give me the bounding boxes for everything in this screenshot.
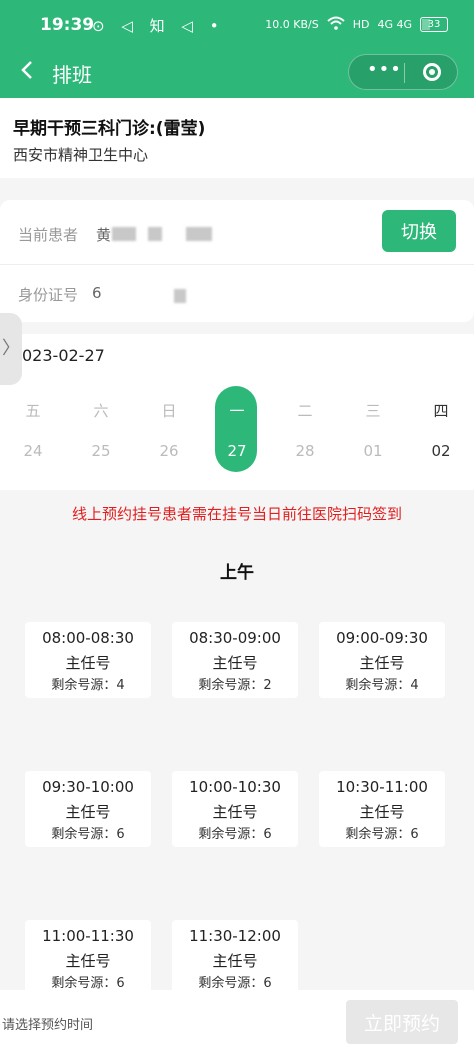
- masked-id: [174, 289, 186, 303]
- slot-type: 主任号: [359, 654, 405, 672]
- patient-name-value: 黄: [96, 226, 112, 244]
- slot-time: 11:00-11:30: [42, 927, 134, 945]
- slot-remaining: 剩余号源：4: [51, 678, 125, 693]
- patient-name-row: 当前患者 黄 切换: [0, 200, 474, 265]
- slot-remaining: 剩余号源：2: [198, 678, 272, 693]
- page-title: 排班: [52, 63, 92, 87]
- notification-icons: ⊙ ◁ 知 ◁ •: [92, 17, 225, 35]
- day-weekday: 六: [93, 402, 109, 420]
- id-number-label: 身份证号: [18, 286, 79, 304]
- day-number: 02: [431, 442, 451, 460]
- slot-time: 08:00-08:30: [42, 629, 134, 647]
- slot-type: 主任号: [212, 654, 258, 672]
- masked-name: [186, 227, 212, 241]
- more-icon[interactable]: •••: [367, 61, 401, 79]
- clinic-name: 早期干预三科门诊:(雷莹): [13, 119, 206, 139]
- day-number: 24: [23, 442, 43, 460]
- hospital-name: 西安市精神卫生中心: [13, 146, 149, 164]
- period-title: 上午: [220, 563, 254, 583]
- mini-program-capsule: •••: [348, 54, 458, 90]
- time-slot-card[interactable]: 11:30-12:00 主任号剩余号源：6: [172, 920, 298, 996]
- status-bar: 19:39 ⊙ ◁ 知 ◁ • 10.0 KB/S HD 4G 4G 33: [0, 0, 474, 48]
- current-date: 023-02-27: [22, 346, 105, 365]
- day-number: 28: [295, 442, 315, 460]
- slot-time: 08:30-09:00: [189, 629, 281, 647]
- day-weekday: 日: [161, 402, 177, 420]
- slot-time: 09:00-09:30: [336, 629, 428, 647]
- status-time: 19:39: [40, 15, 95, 35]
- slot-type: 主任号: [212, 952, 258, 970]
- id-number-value: 6: [92, 284, 102, 302]
- slot-type: 主任号: [212, 803, 258, 821]
- slot-type: 主任号: [65, 952, 111, 970]
- close-target-icon[interactable]: [423, 63, 441, 81]
- clinic-info: 早期干预三科门诊:(雷莹) 西安市精神卫生中心: [0, 98, 474, 178]
- slot-type: 主任号: [65, 654, 111, 672]
- switch-patient-button[interactable]: 切换: [382, 210, 456, 252]
- nav-bar: 排班 •••: [0, 48, 474, 98]
- slot-remaining: 剩余号源：4: [345, 678, 419, 693]
- slot-remaining: 剩余号源：6: [198, 976, 272, 991]
- side-expand-tab[interactable]: 〉: [0, 313, 22, 385]
- selection-hint: 请选择预约时间: [2, 1018, 94, 1033]
- day-weekday: 三: [365, 402, 381, 420]
- slot-time: 09:30-10:00: [42, 778, 134, 796]
- masked-name: [112, 227, 136, 241]
- time-slot-card[interactable]: 10:00-10:30 主任号剩余号源：6: [172, 771, 298, 847]
- time-slot-card[interactable]: 09:30-10:00 主任号剩余号源：6: [25, 771, 151, 847]
- slot-type: 主任号: [65, 803, 111, 821]
- bottom-bar: 请选择预约时间 立即预约: [0, 990, 474, 1058]
- day-weekday: 一: [229, 402, 245, 420]
- hd-badge: HD: [352, 18, 370, 31]
- slot-remaining: 剩余号源：6: [51, 827, 125, 842]
- slot-time: 10:30-11:00: [336, 778, 428, 796]
- battery-icon: 33: [420, 17, 448, 32]
- wifi-icon: [327, 16, 345, 33]
- masked-name: [148, 227, 162, 241]
- book-now-button[interactable]: 立即预约: [346, 1000, 458, 1044]
- time-slot-card[interactable]: 08:00-08:30 主任号剩余号源：4: [25, 622, 151, 698]
- status-right: 10.0 KB/S HD 4G 4G 33: [265, 16, 448, 33]
- slot-remaining: 剩余号源：6: [198, 827, 272, 842]
- time-slot-card[interactable]: 10:30-11:00 主任号剩余号源：6: [319, 771, 445, 847]
- day-weekday: 二: [297, 402, 313, 420]
- capsule-divider: [404, 63, 405, 83]
- slot-type: 主任号: [359, 803, 405, 821]
- time-slot-card[interactable]: 11:00-11:30 主任号剩余号源：6: [25, 920, 151, 996]
- slot-remaining: 剩余号源：6: [345, 827, 419, 842]
- day-weekday: 四: [433, 402, 449, 420]
- back-arrow-icon[interactable]: [16, 58, 40, 82]
- day-number: 01: [363, 442, 383, 460]
- time-slot-card[interactable]: 09:00-09:30 主任号剩余号源：4: [319, 622, 445, 698]
- battery-level: 33: [427, 19, 441, 30]
- day-number: 26: [159, 442, 179, 460]
- day-number: 25: [91, 442, 111, 460]
- day-weekday: 五: [25, 402, 41, 420]
- patient-name-label: 当前患者: [18, 226, 79, 244]
- patient-card: 当前患者 黄 切换 身份证号 6: [0, 200, 474, 322]
- slot-time: 11:30-12:00: [189, 927, 281, 945]
- top-bar: 19:39 ⊙ ◁ 知 ◁ • 10.0 KB/S HD 4G 4G 33 排班…: [0, 0, 474, 98]
- signal-icon: 4G 4G: [377, 18, 412, 31]
- notice-text: 线上预约挂号患者需在挂号当日前往医院扫码签到: [71, 505, 402, 523]
- net-speed: 10.0 KB/S: [265, 18, 319, 31]
- slot-remaining: 剩余号源：6: [51, 976, 125, 991]
- time-slot-card[interactable]: 08:30-09:00 主任号剩余号源：2: [172, 622, 298, 698]
- slot-time: 10:00-10:30: [189, 778, 281, 796]
- day-number: 27: [227, 442, 247, 460]
